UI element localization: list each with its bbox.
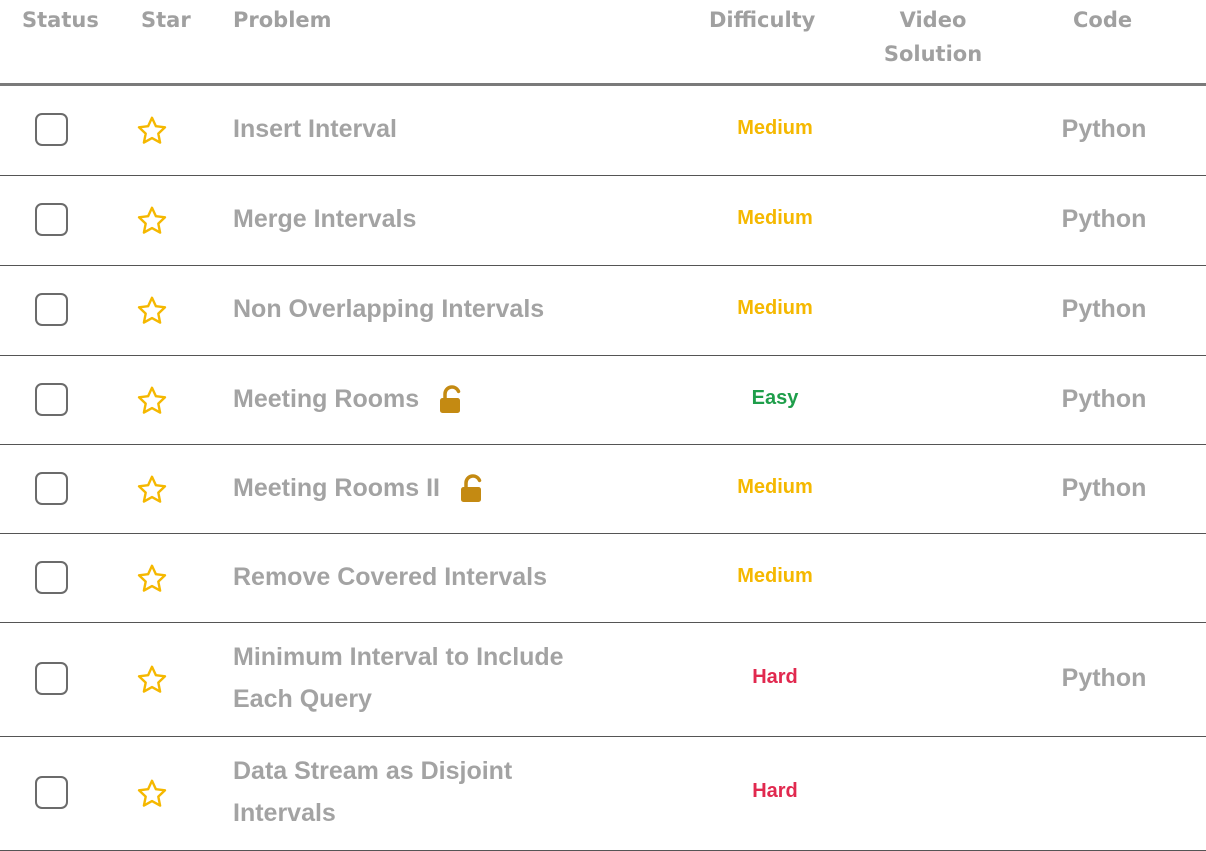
status-checkbox[interactable] bbox=[35, 471, 68, 505]
problem-table-body: Insert Interval Medium Python Merge Interva… bbox=[0, 86, 1206, 851]
difficulty-badge: Medium bbox=[737, 297, 813, 319]
difficulty-badge: Medium bbox=[737, 475, 813, 498]
problem-name-text: Intervals bbox=[233, 799, 336, 827]
header-difficulty: Difficulty bbox=[709, 8, 816, 32]
table-row: Meeting Rooms Easy Python bbox=[0, 356, 1206, 445]
star-icon[interactable] bbox=[136, 664, 168, 696]
problem-link[interactable]: Non Overlapping Intervals bbox=[233, 288, 653, 330]
table-row: Minimum Interval to Include Each Query Har… bbox=[0, 623, 1206, 737]
header-status: Status bbox=[22, 8, 99, 32]
header-video-line1: Video bbox=[899, 8, 967, 32]
problem-link[interactable]: Remove Covered Intervals bbox=[233, 556, 653, 598]
status-checkbox[interactable] bbox=[35, 662, 68, 695]
status-checkbox[interactable] bbox=[35, 203, 68, 236]
difficulty-badge: Medium bbox=[737, 117, 813, 139]
difficulty-badge: Hard bbox=[752, 780, 798, 802]
table-row: Data Stream as Disjoint Intervals Hard bbox=[0, 737, 1206, 851]
code-link[interactable]: Python bbox=[1034, 115, 1174, 144]
unlock-icon bbox=[458, 474, 488, 504]
header-video-line2: Solution bbox=[883, 42, 983, 66]
code-link[interactable]: Python bbox=[1034, 205, 1174, 234]
header-video-solution: Video Solution bbox=[858, 3, 1008, 71]
header-star: Star bbox=[141, 8, 191, 32]
header-code: Code bbox=[1073, 8, 1133, 32]
table-row: Meeting Rooms II Medium Python bbox=[0, 445, 1206, 534]
status-checkbox[interactable] bbox=[35, 382, 68, 416]
unlock-icon bbox=[437, 385, 467, 415]
table-header: Status Star Problem Difficulty Video Sol… bbox=[0, 0, 1206, 86]
star-icon[interactable] bbox=[136, 778, 168, 810]
table-row: Remove Covered Intervals Medium bbox=[0, 534, 1206, 623]
code-link[interactable]: Python bbox=[1034, 295, 1174, 324]
star-icon[interactable] bbox=[136, 474, 168, 506]
problem-name-text: Data Stream as Disjoint bbox=[233, 757, 513, 785]
star-icon[interactable] bbox=[136, 205, 168, 237]
table-row: Merge Intervals Medium Python bbox=[0, 176, 1206, 266]
problem-name-text: Minimum Interval to Include bbox=[233, 643, 564, 671]
problem-link[interactable]: Merge Intervals bbox=[233, 198, 653, 240]
problem-link[interactable]: Minimum Interval to Include Each Query bbox=[233, 636, 653, 720]
star-icon[interactable] bbox=[136, 385, 168, 417]
status-checkbox[interactable] bbox=[35, 293, 68, 326]
difficulty-badge: Easy bbox=[751, 386, 799, 409]
problem-link[interactable]: Meeting Rooms II bbox=[233, 467, 653, 509]
problem-name-text: Meeting Rooms II bbox=[233, 473, 440, 502]
code-link[interactable]: Python bbox=[1034, 385, 1174, 414]
problem-link[interactable]: Meeting Rooms bbox=[233, 378, 653, 420]
table-row: Non Overlapping Intervals Medium Python bbox=[0, 266, 1206, 356]
problem-name-text: Each Query bbox=[233, 685, 372, 713]
code-link[interactable]: Python bbox=[1034, 664, 1174, 693]
problem-name-text: Meeting Rooms bbox=[233, 384, 420, 413]
code-link[interactable]: Python bbox=[1034, 474, 1174, 503]
problem-link[interactable]: Insert Interval bbox=[233, 108, 653, 150]
problem-link[interactable]: Data Stream as Disjoint Intervals bbox=[233, 750, 653, 834]
problem-name-text: Merge Intervals bbox=[233, 205, 417, 233]
star-icon[interactable] bbox=[136, 295, 168, 327]
difficulty-badge: Medium bbox=[737, 564, 813, 587]
star-icon[interactable] bbox=[136, 563, 168, 595]
status-checkbox[interactable] bbox=[35, 776, 68, 809]
problem-name-text: Insert Interval bbox=[233, 115, 397, 143]
status-checkbox[interactable] bbox=[35, 560, 68, 594]
star-icon[interactable] bbox=[136, 115, 168, 147]
status-checkbox[interactable] bbox=[35, 113, 68, 146]
difficulty-badge: Medium bbox=[737, 207, 813, 229]
problem-name-text: Non Overlapping Intervals bbox=[233, 295, 545, 323]
table-row: Insert Interval Medium Python bbox=[0, 86, 1206, 176]
header-problem: Problem bbox=[233, 8, 332, 32]
problem-name-text: Remove Covered Intervals bbox=[233, 562, 548, 591]
difficulty-badge: Hard bbox=[752, 666, 798, 688]
